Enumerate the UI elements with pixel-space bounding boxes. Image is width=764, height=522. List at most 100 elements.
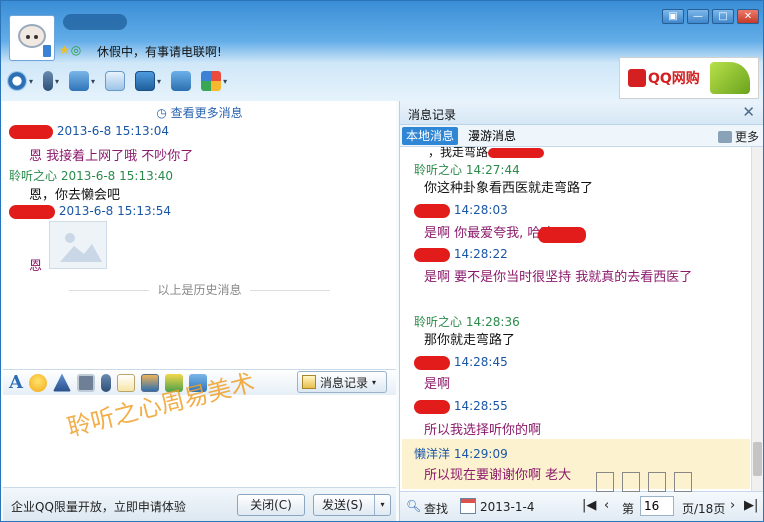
history-footer: 🔍︎ 查找 2013-1-4 |◀ ‹ 第 页/18页 › ▶|: [400, 472, 763, 521]
qq-shopping-ad[interactable]: QQ网购: [619, 57, 759, 99]
shoe-image: [709, 62, 750, 94]
history-message-list[interactable]: ，我走弯路 聆听之心 14:27:44 你这种卦象看西医就走弯路了 14:28:…: [400, 147, 752, 492]
first-page-icon[interactable]: |◀: [582, 498, 596, 513]
message-header: 聆听之心 2013-6-8 15:13:40: [9, 167, 173, 184]
redacted-sender: [9, 204, 55, 219]
history-message-header: 14:28:55: [414, 399, 508, 414]
history-message-text: 是啊 要不是你当时很坚持 我就真的去看西医了: [424, 270, 693, 285]
history-title: 消息记录: [408, 108, 457, 122]
page-suffix: 页/18页: [682, 502, 726, 516]
message-input[interactable]: 聆听之心周易美术: [3, 368, 396, 487]
page-prefix: 第: [622, 502, 635, 516]
tab-local-messages[interactable]: 本地消息: [402, 127, 459, 145]
send-label: 发送(S): [322, 498, 363, 512]
chevron-down-icon: ▾: [223, 76, 228, 86]
status-message: 休假中，有事请电联啊!: [97, 45, 222, 59]
redacted-sender: [414, 355, 450, 370]
avatar[interactable]: [9, 15, 55, 61]
close-button[interactable]: 关闭(C): [237, 494, 305, 516]
message-text: 恩: [29, 259, 43, 274]
screen-share-tool[interactable]: [169, 69, 193, 93]
minimize-button[interactable]: —: [687, 9, 709, 24]
history-scrollbar[interactable]: [751, 147, 763, 492]
group-chat-icon: [105, 71, 126, 91]
enterprise-promo-link[interactable]: 企业QQ限量开放，立即申请体验: [11, 498, 186, 515]
chat-window: ★◎ 休假中，有事请电联啊! ▣ — □ ✕ ▾ ▾ ▾ ▾ ▾ QQ网购 ◷ …: [0, 0, 764, 522]
history-message-text: 所以现在要谢谢你啊 老大: [424, 468, 572, 483]
history-message-text: 那你就走弯路了: [424, 333, 516, 348]
redacted-sender: [414, 247, 450, 262]
placeholder-box: [674, 472, 692, 492]
send-button[interactable]: 发送(S) ▾: [313, 494, 391, 516]
message-time: 14:28:45: [453, 355, 508, 369]
chat-header: ★◎ 休假中，有事请电联啊! ▣ — □ ✕ ▾ ▾ ▾ ▾ ▾ QQ网购: [1, 1, 763, 101]
star-icon: ★: [59, 43, 71, 57]
skin-button[interactable]: ▣: [662, 9, 684, 24]
bottom-bar: 企业QQ限量开放，立即申请体验 关闭(C) 发送(S) ▾: [3, 487, 396, 521]
emoji-icon[interactable]: [28, 373, 47, 392]
tab-roaming-messages[interactable]: 漫游消息: [464, 127, 520, 145]
voice-message-icon[interactable]: [100, 373, 111, 392]
close-window-button[interactable]: ✕: [737, 9, 759, 24]
chat-message-area[interactable]: ◷ 查看更多消息 2013-6-8 15:13:04 恩 我接着上网了哦 不吵你…: [3, 101, 396, 369]
message-header: 2013-6-8 15:13:54: [9, 204, 171, 219]
voice-call-tool[interactable]: ▾: [41, 69, 61, 93]
scrollbar-thumb[interactable]: [753, 442, 762, 476]
wizard-hat-icon[interactable]: [52, 373, 71, 392]
next-page-icon[interactable]: ›: [730, 498, 735, 513]
placeholder-box: [648, 472, 666, 492]
file-transfer-tool[interactable]: ▾: [67, 69, 97, 93]
search-label[interactable]: 查找: [424, 500, 448, 517]
placeholder-box: [596, 472, 614, 492]
history-divider: 以上是历史消息: [3, 281, 396, 298]
note-icon[interactable]: [116, 373, 135, 392]
view-more-label: 查看更多消息: [170, 106, 243, 120]
speaker-icon: [717, 130, 732, 143]
search-icon[interactable]: 🔍︎: [406, 499, 421, 513]
message-sender: 聆听之心: [9, 169, 58, 183]
history-message-text: 所以我选择听你的啊: [424, 423, 542, 438]
shopping-bag-icon: [628, 69, 646, 87]
message-header: 2013-6-8 15:13:04: [9, 124, 169, 139]
history-tabs: 本地消息 漫游消息 更多: [400, 125, 763, 147]
video-call-tool[interactable]: ▾: [5, 69, 35, 93]
maximize-button[interactable]: □: [712, 9, 734, 24]
current-date[interactable]: 2013-1-4: [480, 500, 534, 514]
microphone-icon: [43, 71, 54, 91]
camera-icon: [7, 71, 27, 91]
chevron-down-icon[interactable]: ▾: [374, 495, 390, 515]
create-group-tool[interactable]: [103, 69, 127, 93]
history-message-text: 你这种卦象看西医就走弯路了: [424, 181, 594, 196]
history-message-header: 14:28:45: [414, 355, 508, 370]
last-page-icon[interactable]: ▶|: [744, 498, 758, 513]
message-record-icon: [302, 375, 316, 389]
history-message-header: 懒洋洋 14:29:09: [414, 445, 508, 462]
view-more-messages-link[interactable]: ◷ 查看更多消息: [3, 104, 396, 121]
chevron-down-icon: ▾: [372, 377, 377, 387]
apps-tool[interactable]: ▾: [199, 69, 229, 93]
clock-icon: ◷: [156, 106, 171, 120]
remote-desktop-tool[interactable]: ▾: [133, 69, 163, 93]
message-sender: 聆听之心: [414, 163, 463, 177]
message-time: 2013-6-8 15:13:54: [58, 204, 172, 218]
message-record-label: 消息记录: [320, 375, 369, 390]
history-message-text: 是啊: [424, 377, 451, 392]
message-time: 14:28:03: [453, 203, 508, 217]
prev-page-icon[interactable]: ‹: [604, 498, 609, 513]
page-number-input[interactable]: [640, 496, 674, 516]
calendar-icon[interactable]: [460, 498, 476, 514]
image-placeholder[interactable]: [49, 221, 107, 269]
close-icon[interactable]: ✕: [742, 103, 755, 121]
message-time: 14:28:22: [453, 247, 508, 261]
redacted-sender: [9, 124, 53, 139]
film-icon[interactable]: [76, 373, 95, 392]
message-time: 14:27:44: [465, 163, 520, 177]
more-button[interactable]: 更多: [717, 128, 759, 145]
chevron-down-icon: ▾: [91, 76, 96, 86]
phone-online-icon: [42, 44, 52, 58]
message-record-button[interactable]: 消息记录 ▾: [297, 371, 387, 393]
font-icon[interactable]: A: [9, 372, 23, 393]
message-text: 恩，你去懒会吧: [29, 188, 121, 203]
history-message-header: 14:28:03: [414, 203, 508, 218]
redacted-sender: [414, 399, 450, 414]
